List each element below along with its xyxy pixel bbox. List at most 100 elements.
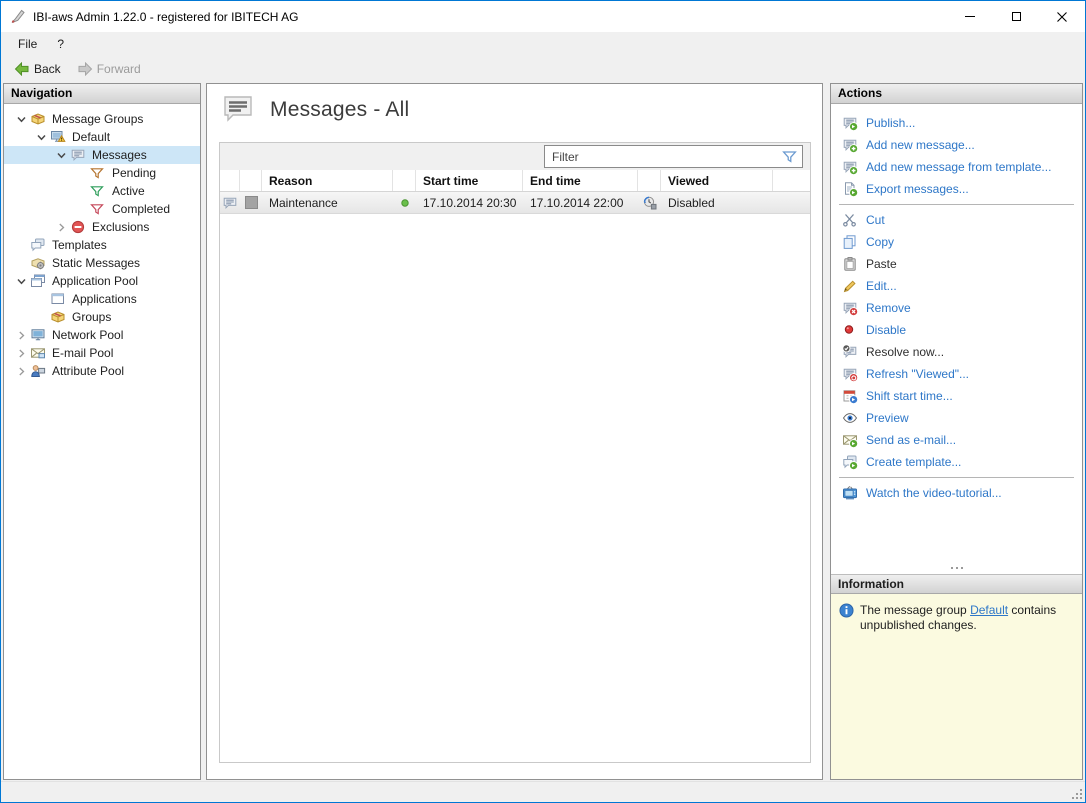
resize-grip-icon[interactable] [1072,789,1082,799]
create-template-button[interactable]: Create template... [831,451,1082,473]
main-panel: Messages - All Reason Start time End tim… [206,83,823,780]
maximize-icon[interactable] [993,1,1039,32]
chevron-down-icon[interactable] [12,274,30,288]
sidebar-item-completed[interactable]: Completed [4,200,200,218]
watch-video-tutorial-button[interactable]: Watch the video-tutorial... [831,482,1082,504]
chevron-right-icon[interactable] [52,220,70,234]
tree-label: E-mail Pool [50,346,113,360]
add-message-from-template-icon [842,159,858,175]
disable-button[interactable]: Disable [831,319,1082,341]
sidebar-item-message-groups[interactable]: Message Groups [4,110,200,128]
information-header: Information [831,574,1082,594]
cell-reason: Maintenance [262,196,393,210]
sidebar-item-attribute-pool[interactable]: Attribute Pool [4,362,200,380]
col-start-time[interactable]: Start time [416,170,523,191]
close-icon[interactable] [1039,1,1085,32]
remove-button[interactable]: Remove [831,297,1082,319]
funnel-pending-icon [90,165,110,181]
default-group-link[interactable]: Default [970,603,1008,617]
tree-label: Templates [50,238,107,252]
sidebar-item-application-pool[interactable]: Application Pool [4,272,200,290]
tree-label: Active [110,184,145,198]
col-type[interactable] [220,170,240,191]
sidebar-item-default[interactable]: Default [4,128,200,146]
network-pool-icon [30,327,50,343]
navigation-tree: Message Groups Default Messages Pending [4,104,200,380]
refresh-viewed-button[interactable]: Refresh "Viewed"... [831,363,1082,385]
back-arrow-icon [14,62,30,76]
export-messages-button[interactable]: Export messages... [831,178,1082,200]
paste-button[interactable]: Paste [831,253,1082,275]
sidebar-item-templates[interactable]: Templates [4,236,200,254]
edit-button[interactable]: Edit... [831,275,1082,297]
add-new-message-button[interactable]: Add new message... [831,134,1082,156]
page-title: Messages - All [270,98,409,122]
chevron-down-icon[interactable] [52,148,70,162]
tree-label: Message Groups [50,112,143,126]
publish-button[interactable]: Publish... [831,112,1082,134]
menu-help[interactable]: ? [47,34,74,54]
sidebar-item-network-pool[interactable]: Network Pool [4,326,200,344]
title-bar: IBI-aws Admin 1.22.0 - registered for IB… [1,1,1085,32]
sidebar-item-applications[interactable]: Applications [4,290,200,308]
chevron-right-icon[interactable] [12,346,30,360]
right-column: Actions Publish... Add new message... Ad… [830,83,1083,780]
shift-start-time-button[interactable]: Shift start time... [831,385,1082,407]
app-icon [10,9,26,25]
copy-button[interactable]: Copy [831,231,1082,253]
sidebar-item-messages[interactable]: Messages [4,146,200,164]
menu-file[interactable]: File [8,34,47,54]
information-panel: The message group Default contains unpub… [831,594,1082,779]
add-message-from-template-button[interactable]: Add new message from template... [831,156,1082,178]
resolve-now-button[interactable]: Resolve now... [831,341,1082,363]
preview-button[interactable]: Preview [831,407,1082,429]
filter-input-box[interactable] [544,145,803,168]
filter-funnel-icon[interactable] [782,149,797,164]
chevron-down-icon[interactable] [12,112,30,126]
col-viewed-icon[interactable] [638,170,661,191]
exclusions-icon [70,219,90,235]
sidebar-item-exclusions[interactable]: Exclusions [4,218,200,236]
tree-label: Application Pool [50,274,138,288]
col-reason[interactable]: Reason [262,170,393,191]
col-viewed[interactable]: Viewed [661,170,773,191]
back-button[interactable]: Back [8,60,67,78]
resolve-now-icon [842,344,858,360]
viewed-clock-icon [638,195,661,211]
filter-input[interactable] [550,149,778,165]
col-end-time[interactable]: End time [523,170,638,191]
remove-icon [842,300,858,316]
send-as-email-button[interactable]: Send as e-mail... [831,429,1082,451]
sidebar-item-pending[interactable]: Pending [4,164,200,182]
tree-label: Messages [90,148,147,162]
disable-icon [842,322,858,338]
minimize-icon[interactable] [947,1,993,32]
edit-icon [842,278,858,294]
panel-splitter[interactable] [831,562,1082,574]
messages-icon [70,147,90,163]
col-status[interactable] [393,170,416,191]
sidebar-item-groups[interactable]: Groups [4,308,200,326]
static-messages-icon [30,255,50,271]
table-row[interactable]: Maintenance 17.10.2014 20:30 17.10.2014 … [220,192,810,214]
actions-list: Publish... Add new message... Add new me… [831,104,1082,562]
tree-label: Applications [70,292,137,306]
cell-start-time: 17.10.2014 20:30 [416,196,523,210]
status-bar [1,781,1085,802]
col-marker[interactable] [240,170,262,191]
chevron-right-icon[interactable] [12,328,30,342]
forward-button[interactable]: Forward [71,60,147,78]
messages-table: Reason Start time End time Viewed Mainte… [219,142,811,763]
video-tutorial-icon [842,485,858,501]
sidebar-item-active[interactable]: Active [4,182,200,200]
filter-bar [220,143,810,170]
copy-icon [842,234,858,250]
templates-icon [30,237,50,253]
chevron-right-icon[interactable] [12,364,30,378]
sidebar-item-static-messages[interactable]: Static Messages [4,254,200,272]
cut-button[interactable]: Cut [831,209,1082,231]
sidebar-item-email-pool[interactable]: E-mail Pool [4,344,200,362]
chevron-down-icon[interactable] [32,130,50,144]
gray-square-marker [240,196,262,209]
cell-end-time: 17.10.2014 22:00 [523,196,638,210]
